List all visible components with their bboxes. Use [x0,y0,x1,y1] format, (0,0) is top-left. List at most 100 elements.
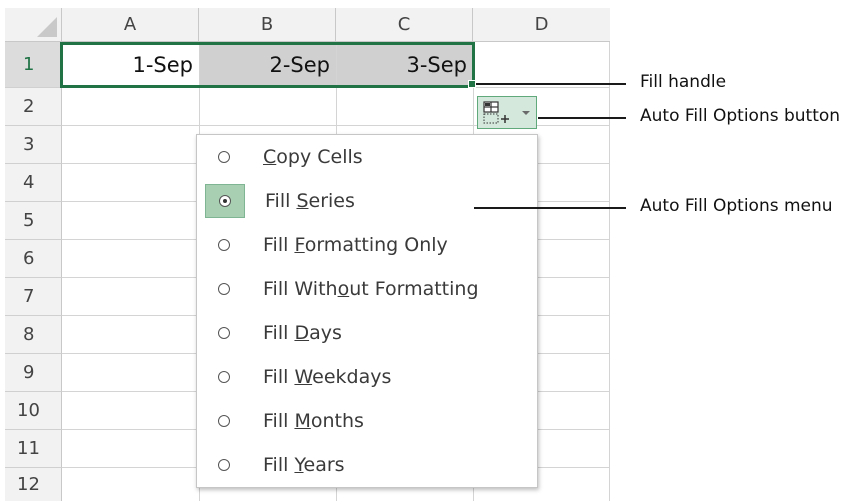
menu-item-label: Fill Days [263,322,342,344]
column-header-a[interactable]: A [62,8,199,42]
menu-item-label: Fill Months [263,410,364,432]
row-label: 3 [23,134,35,155]
label-text: ut Formatting [349,278,479,300]
radio-icon [205,273,243,305]
label-text: Fill [263,366,295,388]
row-header-2[interactable]: 2 [5,88,62,126]
menu-item-fill-days[interactable]: Fill Days [197,311,537,355]
column-header-b[interactable]: B [199,8,336,42]
radio-circle [218,283,230,295]
radio-circle [219,195,231,207]
accelerator-key: D [294,322,310,344]
row-header-3[interactable]: 3 [5,126,62,164]
row-header-10[interactable]: 10 [5,392,62,430]
callout-fill-handle: Fill handle [640,72,727,92]
callout-line-auto-fill-menu [474,207,626,209]
radio-circle [218,371,230,383]
label-text: eries [308,190,355,212]
row-header-4[interactable]: 4 [5,164,62,202]
accelerator-key: Y [294,454,304,476]
menu-item-fill-weekdays[interactable]: Fill Weekdays [197,355,537,399]
menu-item-fill-formatting-only[interactable]: Fill Formatting Only [197,223,537,267]
radio-circle [218,151,230,163]
select-all-triangle-icon [37,17,57,37]
row-header-11[interactable]: 11 [5,430,62,468]
label-text: Fill With [263,278,338,300]
selection-range [60,42,475,88]
menu-item-label: Fill Years [263,454,345,476]
label-text: Fill [263,322,295,344]
accelerator-key: F [294,234,305,256]
menu-item-label: Fill Weekdays [263,366,391,388]
column-header-d[interactable]: D [473,8,610,42]
callout-auto-fill-button: Auto Fill Options button [640,106,841,126]
row-label: 11 [17,438,40,459]
accelerator-key: o [337,278,350,300]
column-label: B [260,14,274,35]
menu-item-fill-years[interactable]: Fill Years [197,443,537,487]
accelerator-key: W [294,366,313,388]
radio-icon [205,184,245,218]
row-header-5[interactable]: 5 [5,202,62,240]
label-text: onths [310,410,364,432]
radio-icon [205,405,243,437]
row-header-8[interactable]: 8 [5,316,62,354]
row-label: 7 [23,286,35,307]
label-text: ears [303,454,345,476]
auto-fill-options-icon [483,100,509,123]
accelerator-key: S [296,190,309,212]
callout-line-fill-handle [476,83,626,85]
label-text: ormatting Only [304,234,448,256]
label-text: Fill [263,234,295,256]
menu-item-fill-months[interactable]: Fill Months [197,399,537,443]
fill-handle[interactable] [468,80,476,88]
row-header-12[interactable]: 12 [5,468,62,501]
select-all-corner[interactable] [5,8,62,42]
row-label: 5 [23,210,35,231]
radio-circle [218,239,230,251]
column-header-c[interactable]: C [336,8,473,42]
row-label: 4 [23,172,35,193]
radio-icon [205,361,243,393]
radio-circle [218,415,230,427]
callout-line-auto-fill-button [538,117,626,119]
row-label: 12 [17,474,40,495]
menu-item-label: Copy Cells [263,146,363,168]
row-label: 10 [17,400,40,421]
label-text: Fill [263,454,295,476]
column-label: C [397,14,411,35]
callout-auto-fill-menu: Auto Fill Options menu [640,196,833,216]
grid-line [609,42,610,501]
radio-circle [218,327,230,339]
label-text: eekdays [312,366,392,388]
menu-item-label: Fill Formatting Only [263,234,448,256]
menu-item-fill-series[interactable]: Fill Series [197,179,537,223]
row-label: 2 [23,96,35,117]
column-label: D [534,14,549,35]
radio-circle [218,459,230,471]
label-text: Fill [265,190,297,212]
row-header-1[interactable]: 1 [5,42,62,88]
auto-fill-options-menu: Copy Cells Fill Series Fill Formatting O… [196,134,538,488]
row-label: 6 [23,248,35,269]
menu-item-copy-cells[interactable]: Copy Cells [197,135,537,179]
row-header-6[interactable]: 6 [5,240,62,278]
label-text: opy Cells [276,146,363,168]
auto-fill-options-button[interactable] [477,96,537,129]
accelerator-key: M [294,410,311,432]
radio-icon [205,449,243,481]
chevron-down-icon [522,110,530,115]
label-text: ays [309,322,342,344]
row-header-7[interactable]: 7 [5,278,62,316]
radio-icon [205,317,243,349]
row-label: 8 [23,324,35,345]
menu-item-label: Fill Series [265,190,355,212]
menu-item-label: Fill Without Formatting [263,278,479,300]
radio-icon [205,229,243,261]
row-label: 1 [23,54,35,75]
menu-item-fill-without-formatting[interactable]: Fill Without Formatting [197,267,537,311]
label-text: Fill [263,410,295,432]
column-label: A [123,14,137,35]
accelerator-key: C [263,146,277,168]
row-header-9[interactable]: 9 [5,354,62,392]
